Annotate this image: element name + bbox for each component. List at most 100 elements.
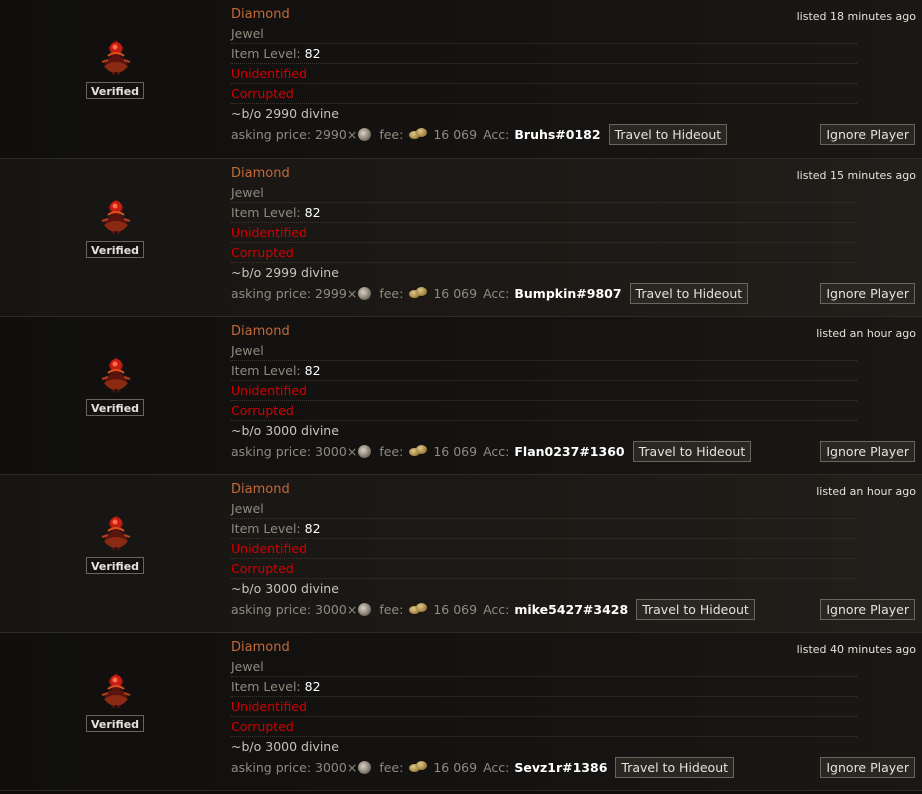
price-bar: asking price: 3000× fee: 16 069 Acc: Sevz1…: [231, 756, 735, 778]
item-level-line: Item Level: 82: [231, 44, 857, 64]
listing-row: Verified Diamond Jewel Item Level: 82 Un…: [0, 475, 922, 633]
item-name[interactable]: Diamond: [231, 323, 857, 341]
asking-price-value: 2999×: [315, 285, 358, 301]
item-base-type: Jewel: [231, 24, 857, 44]
divine-orb-icon: [358, 760, 372, 774]
travel-to-hideout-button[interactable]: Travel to Hideout: [629, 282, 749, 304]
item-level-value: 82: [304, 205, 321, 220]
account-name[interactable]: Bruhs#0182: [514, 127, 600, 142]
item-level-line: Item Level: 82: [231, 519, 857, 539]
ignore-player-button[interactable]: Ignore Player: [820, 599, 915, 620]
item-level-value: 82: [304, 46, 321, 61]
divine-orb-icon: [358, 127, 372, 141]
fee-value: 16 069: [433, 443, 478, 459]
travel-to-hideout-button[interactable]: Travel to Hideout: [608, 123, 728, 145]
item-icon-panel: Verified: [0, 0, 230, 158]
corrupted-label: Corrupted: [231, 84, 857, 104]
item-level-value: 82: [304, 679, 321, 694]
item-details: Diamond Jewel Item Level: 82 Unidentifie…: [231, 165, 859, 282]
fee-value: 16 069: [433, 601, 478, 617]
item-icon-panel: Verified: [0, 317, 230, 474]
fee-value: 16 069: [433, 285, 478, 301]
price-bar: asking price: 3000× fee: 16 069 Acc: Flan0…: [231, 440, 752, 462]
account-name[interactable]: Flan0237#1360: [514, 444, 624, 459]
verified-badge: Verified: [86, 399, 144, 416]
gold-coins-icon: [409, 761, 428, 773]
ignore-player-button[interactable]: Ignore Player: [820, 757, 915, 778]
price-note: ~b/o 3000 divine: [231, 581, 339, 596]
account-label: Acc:: [483, 759, 510, 775]
price-bar: asking price: 2999× fee: 16 069 Acc: Bumpk…: [231, 282, 749, 304]
corrupted-label: Corrupted: [231, 401, 857, 421]
item-base-type: Jewel: [231, 341, 857, 361]
divine-orb-icon: [358, 602, 372, 616]
item-name[interactable]: Diamond: [231, 481, 857, 499]
item-icon-panel: Verified: [0, 159, 230, 316]
item-level-label: Item Level:: [231, 679, 301, 694]
account-name[interactable]: mike5427#3428: [514, 602, 628, 617]
item-details: Diamond Jewel Item Level: 82 Unidentifie…: [231, 481, 859, 598]
asking-price-label: asking price:: [231, 601, 312, 617]
account-label: Acc:: [483, 126, 510, 142]
asking-price-label: asking price:: [231, 443, 312, 459]
item-level-label: Item Level:: [231, 46, 301, 61]
travel-to-hideout-button[interactable]: Travel to Hideout: [615, 756, 735, 778]
price-note: ~b/o 3000 divine: [231, 423, 339, 438]
account-label: Acc:: [483, 443, 510, 459]
account-name[interactable]: Bumpkin#9807: [514, 286, 621, 301]
item-level-line: Item Level: 82: [231, 203, 857, 223]
item-level-label: Item Level:: [231, 363, 301, 378]
ignore-player-button[interactable]: Ignore Player: [820, 283, 915, 304]
gold-coins-icon: [409, 287, 428, 299]
item-name[interactable]: Diamond: [231, 165, 857, 183]
item-base-type: Jewel: [231, 183, 857, 203]
listing-row: Verified Diamond Jewel Item Level: 82 Un…: [0, 0, 922, 159]
travel-to-hideout-button[interactable]: Travel to Hideout: [636, 598, 755, 620]
listed-time: listed an hour ago: [816, 327, 916, 340]
asking-price-value: 3000×: [315, 443, 358, 459]
verified-badge: Verified: [86, 82, 144, 99]
item-icon-panel: Verified: [0, 475, 230, 632]
gold-coins-icon: [409, 128, 428, 140]
fee-label: fee:: [379, 126, 404, 142]
ignore-player-button[interactable]: Ignore Player: [820, 441, 915, 462]
diamond-jewel-icon[interactable]: [94, 353, 138, 397]
item-name[interactable]: Diamond: [231, 6, 857, 24]
gold-coins-icon: [409, 445, 428, 457]
listed-time: listed 15 minutes ago: [796, 169, 916, 182]
fee-label: fee:: [379, 601, 404, 617]
account-label: Acc:: [483, 285, 510, 301]
unidentified-label: Unidentified: [231, 381, 857, 401]
listed-time: listed 18 minutes ago: [796, 10, 916, 23]
fee-value: 16 069: [433, 759, 478, 775]
item-details: Diamond Jewel Item Level: 82 Unidentifie…: [231, 323, 859, 440]
asking-price-value: 3000×: [315, 601, 358, 617]
item-level-line: Item Level: 82: [231, 677, 857, 697]
fee-label: fee:: [379, 443, 404, 459]
listing-row: Verified Diamond Jewel Item Level: 82 Un…: [0, 159, 922, 317]
item-level-label: Item Level:: [231, 205, 301, 220]
unidentified-label: Unidentified: [231, 223, 857, 243]
price-note: ~b/o 3000 divine: [231, 739, 339, 754]
diamond-jewel-icon[interactable]: [94, 511, 138, 555]
ignore-player-button[interactable]: Ignore Player: [820, 124, 915, 145]
price-note: ~b/o 2990 divine: [231, 106, 339, 121]
account-name[interactable]: Sevz1r#1386: [514, 760, 607, 775]
asking-price-value: 3000×: [315, 759, 358, 775]
diamond-jewel-icon[interactable]: [94, 195, 138, 239]
travel-to-hideout-button[interactable]: Travel to Hideout: [632, 440, 752, 462]
item-level-value: 82: [304, 363, 321, 378]
listed-time: listed 40 minutes ago: [796, 643, 916, 656]
price-bar: asking price: 3000× fee: 16 069 Acc: mike5…: [231, 598, 755, 620]
unidentified-label: Unidentified: [231, 64, 857, 84]
listing-row: Verified Diamond Jewel Item Level: 82 Un…: [0, 317, 922, 475]
divine-orb-icon: [358, 286, 372, 300]
diamond-jewel-icon[interactable]: [94, 36, 138, 80]
item-name[interactable]: Diamond: [231, 639, 857, 657]
unidentified-label: Unidentified: [231, 697, 857, 717]
item-level-line: Item Level: 82: [231, 361, 857, 381]
diamond-jewel-icon[interactable]: [94, 669, 138, 713]
unidentified-label: Unidentified: [231, 539, 857, 559]
divine-orb-icon: [358, 444, 372, 458]
price-note: ~b/o 2999 divine: [231, 265, 339, 280]
